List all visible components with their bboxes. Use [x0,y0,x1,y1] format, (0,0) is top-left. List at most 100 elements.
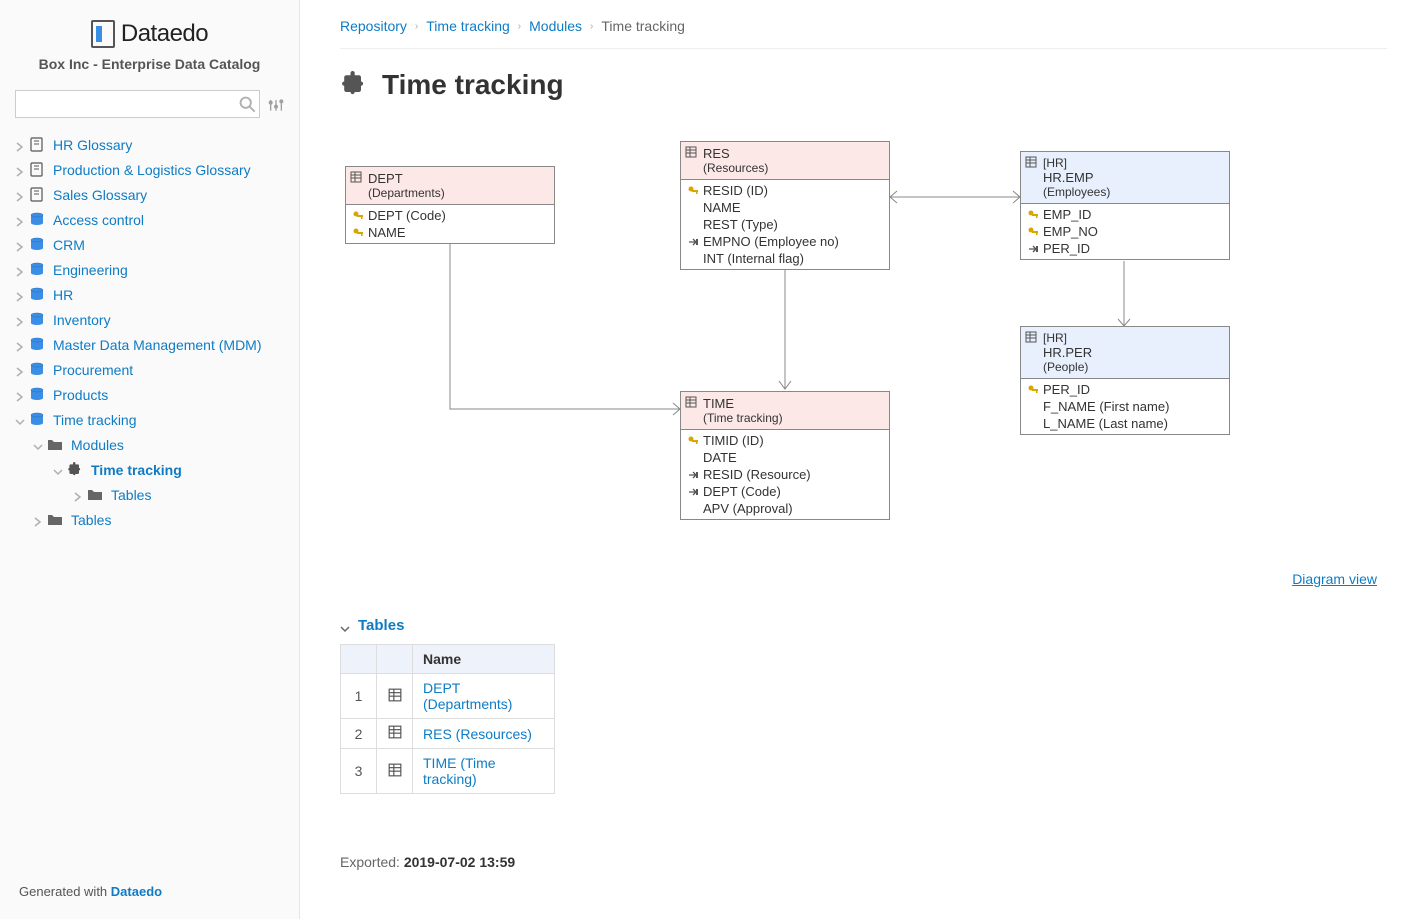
folder-icon [47,512,63,528]
folder-icon [87,487,103,503]
row-index: 2 [341,719,377,749]
column-label: DATE [703,450,737,465]
column-row: L_NAME (Last name) [1021,415,1229,432]
export-info: Exported: 2019-07-02 13:59 [340,854,1387,870]
column-label: APV (Approval) [703,501,793,516]
sidebar-item-label: Procurement [53,362,133,378]
entity-name: TIME [703,396,734,411]
er-diagram[interactable]: DEPT (Departments) DEPT (Code) NAME RES … [340,131,1387,551]
sidebar-item-modules[interactable]: Modules [15,432,284,457]
column-label: EMP_NO [1043,224,1098,239]
breadcrumb-repository[interactable]: Repository [340,18,407,34]
database-icon [29,387,45,403]
table-icon [377,749,413,794]
tables-section-header[interactable]: Tables [340,617,1387,634]
puzzle-icon [340,71,368,99]
catalog-subtitle: Box Inc - Enterprise Data Catalog [15,56,284,72]
breadcrumb-current: Time tracking [601,18,685,34]
sidebar-item-time-tracking[interactable]: Time tracking [15,407,284,432]
entity-name: RES [703,146,730,161]
entity-name: HR.PER [1043,345,1092,360]
sidebar-item-hr[interactable]: HR [15,282,284,307]
sidebar-item-label: Inventory [53,312,111,328]
sidebar-item-module-time-tracking[interactable]: Time tracking [15,457,284,482]
sidebar-item-label: Master Data Management (MDM) [53,337,262,353]
column-label: NAME [368,225,406,240]
sidebar-item-production-glossary[interactable]: Production & Logistics Glossary [15,157,284,182]
chevron-right-icon [15,239,27,251]
sidebar-item-label: Time tracking [53,412,137,428]
table-link[interactable]: DEPT (Departments) [423,680,512,712]
sidebar-item-label: Tables [71,512,111,528]
column-row: RESID (ID) [681,182,889,199]
book-icon [29,137,45,153]
breadcrumb-modules[interactable]: Modules [529,18,582,34]
column-row: PER_ID [1021,381,1229,398]
chevron-right-icon [15,339,27,351]
diagram-view-link[interactable]: Diagram view [340,571,1387,587]
column-row: NAME [346,224,554,241]
filter-icon[interactable] [268,96,284,112]
column-row: PER_ID [1021,240,1229,257]
sidebar-item-procurement[interactable]: Procurement [15,357,284,382]
sidebar-item-crm[interactable]: CRM [15,232,284,257]
chevron-right-icon [15,264,27,276]
chevron-down-icon [15,414,27,426]
main-content: Repository › Time tracking › Modules › T… [300,0,1427,919]
database-icon [29,412,45,428]
column-row: REST (Type) [681,216,889,233]
brand-name: Dataedo [121,20,208,48]
table-row: 1 DEPT (Departments) [341,674,555,719]
sidebar: Dataedo Box Inc - Enterprise Data Catalo… [0,0,300,919]
column-row: INT (Internal flag) [681,250,889,267]
breadcrumb-time-tracking[interactable]: Time tracking [426,18,510,34]
search-input[interactable] [15,90,260,118]
footer-brand[interactable]: Dataedo [111,884,162,899]
table-link[interactable]: RES (Resources) [423,726,532,742]
sidebar-item-sales-glossary[interactable]: Sales Glossary [15,182,284,207]
entity-dept[interactable]: DEPT (Departments) DEPT (Code) NAME [345,166,555,244]
entity-hr-emp[interactable]: [HR] HR.EMP (Employees) EMP_ID EMP_NO PE… [1020,151,1230,260]
chevron-right-icon [73,489,85,501]
database-icon [29,362,45,378]
key-icon [687,185,699,197]
entity-name: DEPT [368,171,403,186]
key-icon [352,210,364,222]
entity-schema: [HR] [1043,331,1223,345]
navigation-tree: HR Glossary Production & Logistics Gloss… [15,132,284,874]
export-timestamp: 2019-07-02 13:59 [404,854,515,870]
sidebar-item-inventory[interactable]: Inventory [15,307,284,332]
entity-subtitle: (Departments) [368,186,548,200]
sidebar-item-engineering[interactable]: Engineering [15,257,284,282]
sidebar-item-label: Time tracking [91,462,182,478]
table-icon [377,674,413,719]
table-icon [350,171,362,183]
table-link[interactable]: TIME (Time tracking) [423,755,496,787]
sidebar-item-label: Tables [111,487,151,503]
sidebar-item-label: Production & Logistics Glossary [53,162,251,178]
entity-time[interactable]: TIME (Time tracking) TIMID (ID) DATE RES… [680,391,890,520]
database-icon [29,337,45,353]
sidebar-item-hr-glossary[interactable]: HR Glossary [15,132,284,157]
sidebar-item-mdm[interactable]: Master Data Management (MDM) [15,332,284,357]
chevron-right-icon [15,364,27,376]
search-icon[interactable] [238,95,256,113]
entity-res[interactable]: RES (Resources) RESID (ID) NAME REST (Ty… [680,141,890,270]
column-label: PER_ID [1043,241,1090,256]
chevron-right-icon [15,139,27,151]
sidebar-item-access-control[interactable]: Access control [15,207,284,232]
column-label: DEPT (Code) [368,208,446,223]
column-row: APV (Approval) [681,500,889,517]
entity-hr-per[interactable]: [HR] HR.PER (People) PER_ID F_NAME (Firs… [1020,326,1230,435]
logo-icon [91,20,115,48]
sidebar-item-label: HR Glossary [53,137,132,153]
chevron-down-icon [340,621,350,631]
sidebar-item-tables-leaf[interactable]: Tables [15,482,284,507]
sidebar-item-tables[interactable]: Tables [15,507,284,532]
tables-section-title: Tables [358,617,404,634]
breadcrumb: Repository › Time tracking › Modules › T… [340,0,1387,49]
foreign-key-icon [1027,243,1039,255]
column-row: EMP_ID [1021,206,1229,223]
sidebar-item-products[interactable]: Products [15,382,284,407]
key-icon [687,435,699,447]
